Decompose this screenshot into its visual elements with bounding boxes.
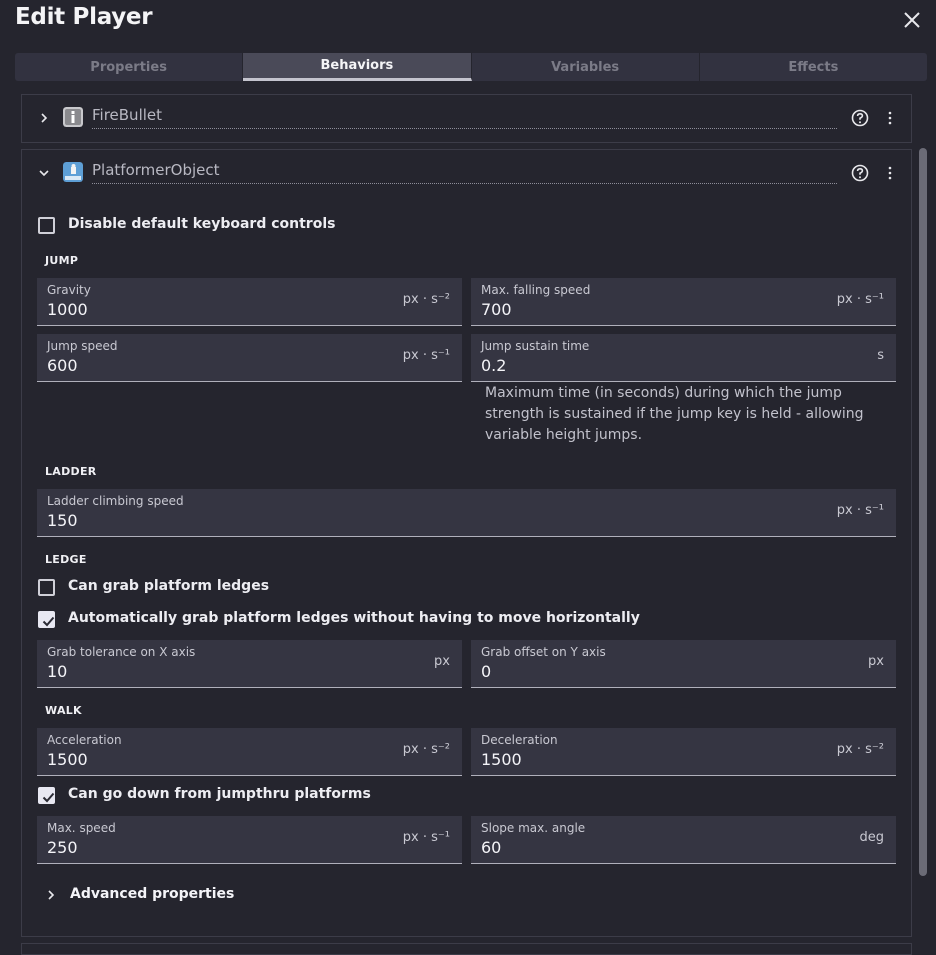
field-value[interactable]: 0 <box>481 662 491 681</box>
chevron-right-icon[interactable] <box>38 112 50 124</box>
jump-speed-field[interactable]: Jump speed 600 px · s⁻¹ <box>37 334 462 382</box>
field-label: Ladder climbing speed <box>47 494 184 508</box>
deceleration-field[interactable]: Deceleration 1500 px · s⁻² <box>471 728 896 776</box>
tab-bar: Properties Behaviors Variables Effects <box>15 53 927 81</box>
field-label: Jump sustain time <box>481 339 590 353</box>
field-unit: px · s⁻¹ <box>402 348 450 363</box>
behavior-name-platformer[interactable]: PlatformerObject <box>92 161 837 184</box>
field-value[interactable]: 700 <box>481 300 512 319</box>
grab-tolerance-x-field[interactable]: Grab tolerance on X axis 10 px <box>37 640 462 688</box>
field-label: Grab tolerance on X axis <box>47 645 196 659</box>
checkmark-icon <box>42 616 55 627</box>
tab-variables[interactable]: Variables <box>472 53 700 81</box>
behavior-panel-firebullet: FireBullet <box>21 94 912 143</box>
field-value[interactable]: 1000 <box>47 300 88 319</box>
field-unit: px <box>434 654 450 669</box>
section-walk: WALK <box>45 704 82 717</box>
section-jump: JUMP <box>45 254 79 267</box>
field-value[interactable]: 600 <box>47 356 78 375</box>
tab-effects[interactable]: Effects <box>700 53 927 81</box>
more-options-icon[interactable] <box>884 109 896 127</box>
grab-offset-y-field[interactable]: Grab offset on Y axis 0 px <box>471 640 896 688</box>
behavior-name-firebullet[interactable]: FireBullet <box>92 106 837 129</box>
field-label: Deceleration <box>481 733 558 747</box>
help-icon[interactable] <box>851 164 869 182</box>
can-go-down-jumpthru-label: Can go down from jumpthru platforms <box>68 786 371 802</box>
info-behavior-icon <box>63 107 83 127</box>
can-go-down-jumpthru-checkbox[interactable] <box>38 787 55 804</box>
ladder-climbing-speed-field[interactable]: Ladder climbing speed 150 px · s⁻¹ <box>37 489 896 537</box>
field-value[interactable]: 0.2 <box>481 356 506 375</box>
field-value[interactable]: 250 <box>47 838 78 857</box>
field-unit: px · s⁻¹ <box>836 292 884 307</box>
auto-grab-ledges-checkbox[interactable] <box>38 611 55 628</box>
disable-keyboard-label: Disable default keyboard controls <box>68 216 336 232</box>
field-unit: px · s⁻² <box>402 292 450 307</box>
field-label: Max. falling speed <box>481 283 591 297</box>
chevron-down-icon[interactable] <box>38 167 50 179</box>
section-ladder: LADDER <box>45 465 97 478</box>
auto-grab-ledges-label: Automatically grab platform ledges witho… <box>68 610 640 626</box>
field-value[interactable]: 1500 <box>481 750 522 769</box>
field-label: Slope max. angle <box>481 821 586 835</box>
field-unit: px · s⁻¹ <box>402 830 450 845</box>
field-label: Acceleration <box>47 733 122 747</box>
tab-behaviors[interactable]: Behaviors <box>243 53 472 81</box>
field-unit: deg <box>859 830 884 845</box>
field-value[interactable]: 150 <box>47 511 78 530</box>
gravity-field[interactable]: Gravity 1000 px · s⁻² <box>37 278 462 326</box>
advanced-properties-label: Advanced properties <box>70 886 235 902</box>
field-value[interactable]: 60 <box>481 838 501 857</box>
field-label: Max. speed <box>47 821 116 835</box>
field-label: Jump speed <box>47 339 118 353</box>
tab-properties[interactable]: Properties <box>15 53 244 81</box>
chevron-right-icon <box>48 890 55 900</box>
max-speed-field[interactable]: Max. speed 250 px · s⁻¹ <box>37 816 462 864</box>
more-options-icon[interactable] <box>884 164 896 182</box>
behavior-header-platformer[interactable]: PlatformerObject <box>22 150 911 198</box>
behavior-panel-next <box>21 943 912 955</box>
behavior-header-firebullet[interactable]: FireBullet <box>22 95 911 143</box>
field-unit: px · s⁻² <box>836 742 884 757</box>
dialog-title: Edit Player <box>15 4 153 30</box>
platformer-behavior-icon <box>63 162 83 182</box>
field-value[interactable]: 10 <box>47 662 67 681</box>
jump-sustain-time-field[interactable]: Jump sustain time 0.2 s <box>471 334 896 382</box>
section-ledge: LEDGE <box>45 553 87 566</box>
field-label: Grab offset on Y axis <box>481 645 606 659</box>
can-grab-ledges-label: Can grab platform ledges <box>68 578 270 594</box>
scrollbar[interactable] <box>919 148 927 876</box>
slope-max-angle-field[interactable]: Slope max. angle 60 deg <box>471 816 896 864</box>
field-unit: px · s⁻¹ <box>836 503 884 518</box>
can-grab-ledges-checkbox[interactable] <box>38 579 55 596</box>
max-falling-speed-field[interactable]: Max. falling speed 700 px · s⁻¹ <box>471 278 896 326</box>
field-value[interactable]: 1500 <box>47 750 88 769</box>
field-label: Gravity <box>47 283 91 297</box>
acceleration-field[interactable]: Acceleration 1500 px · s⁻² <box>37 728 462 776</box>
close-icon[interactable] <box>900 8 924 32</box>
advanced-properties-toggle[interactable]: Advanced properties <box>45 884 245 906</box>
field-unit: px · s⁻² <box>402 742 450 757</box>
field-unit: px <box>868 654 884 669</box>
field-unit: s <box>877 348 884 363</box>
jump-sustain-help-text: Maximum time (in seconds) during which t… <box>485 385 864 443</box>
help-icon[interactable] <box>851 109 869 127</box>
disable-keyboard-checkbox[interactable] <box>38 217 55 234</box>
checkmark-icon <box>42 792 55 803</box>
